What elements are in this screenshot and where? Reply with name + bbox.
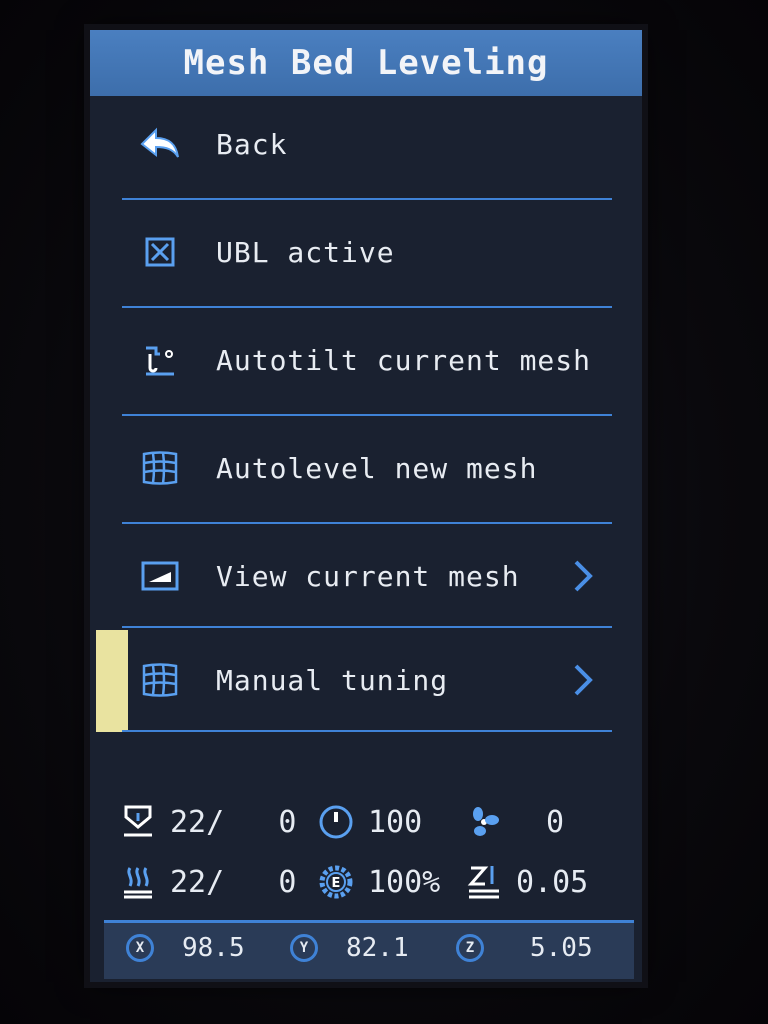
z-offset-icon bbox=[466, 864, 502, 900]
menu-item-ubl-active[interactable]: UBL active bbox=[122, 200, 612, 304]
y-axis-icon: Y bbox=[290, 934, 318, 962]
menu-item-label: View current mesh bbox=[216, 559, 520, 593]
chevron-right-icon bbox=[568, 556, 598, 596]
heated-bed-icon bbox=[120, 864, 156, 900]
z-offset: 0.05 bbox=[466, 864, 588, 900]
z-position: Z 5.05 bbox=[456, 933, 593, 963]
menu-item-autolevel[interactable]: Autolevel new mesh bbox=[122, 416, 612, 520]
fan-icon bbox=[466, 804, 502, 840]
menu-item-autotilt[interactable]: Autotilt current mesh bbox=[122, 308, 612, 412]
page-title: Mesh Bed Leveling bbox=[90, 30, 642, 96]
speedometer-icon bbox=[318, 804, 354, 840]
svg-text:E: E bbox=[332, 876, 341, 891]
menu-divider bbox=[122, 730, 612, 732]
fan-speed: 0 bbox=[466, 804, 564, 840]
menu-item-view-mesh[interactable]: View current mesh bbox=[122, 524, 612, 628]
menu-item-label: UBL active bbox=[216, 235, 395, 269]
flow-rate-value: 100% bbox=[368, 864, 441, 900]
back-arrow-icon bbox=[140, 124, 180, 164]
bed-temp-value: 22/ 0 bbox=[170, 864, 297, 900]
page-title-text: Mesh Bed Leveling bbox=[183, 43, 549, 83]
z-position-value: 5.05 bbox=[530, 933, 593, 963]
feedrate: 100 bbox=[318, 804, 422, 840]
menu-item-label: Back bbox=[216, 127, 288, 161]
menu-item-label: Manual tuning bbox=[216, 663, 449, 697]
hotend-icon bbox=[120, 804, 156, 840]
y-position-value: 82.1 bbox=[346, 933, 409, 963]
menu-item-label: Autolevel new mesh bbox=[216, 451, 538, 485]
mesh-grid-icon bbox=[140, 448, 180, 488]
extruder-gear-icon: E bbox=[318, 864, 354, 900]
menu-item-label: Autotilt current mesh bbox=[216, 343, 592, 377]
lcd-screen: Mesh Bed Leveling Back UBL active Autoti… bbox=[90, 30, 642, 982]
feedrate-value: 100 bbox=[368, 804, 423, 840]
checkbox-checked-icon[interactable] bbox=[140, 232, 180, 272]
x-position-value: 98.5 bbox=[182, 933, 245, 963]
z-offset-value: 0.05 bbox=[516, 864, 589, 900]
z-axis-icon: Z bbox=[456, 934, 484, 962]
fan-speed-value: 0 bbox=[546, 804, 565, 840]
bed-temp: 22/ 0 bbox=[120, 864, 296, 900]
y-position: Y 82.1 bbox=[290, 933, 409, 963]
menu-item-manual-tuning[interactable]: Manual tuning bbox=[122, 628, 612, 732]
status-panel: 22/ 0 100 0 22/ 0 E 100% 0.05 bbox=[104, 790, 634, 920]
x-axis-icon: X bbox=[126, 934, 154, 962]
mesh-grid-icon bbox=[140, 660, 180, 700]
x-position: X 98.5 bbox=[126, 933, 245, 963]
axis-position-bar: X 98.5 Y 82.1 Z 5.05 bbox=[104, 920, 634, 979]
chevron-right-icon bbox=[568, 660, 598, 700]
hotend-temp-value: 22/ 0 bbox=[170, 804, 297, 840]
view-mesh-icon bbox=[140, 556, 180, 596]
probe-tilt-icon bbox=[140, 340, 180, 380]
flow-rate: E 100% bbox=[318, 864, 440, 900]
menu-item-back[interactable]: Back bbox=[122, 92, 612, 196]
hotend-temp: 22/ 0 bbox=[120, 804, 296, 840]
